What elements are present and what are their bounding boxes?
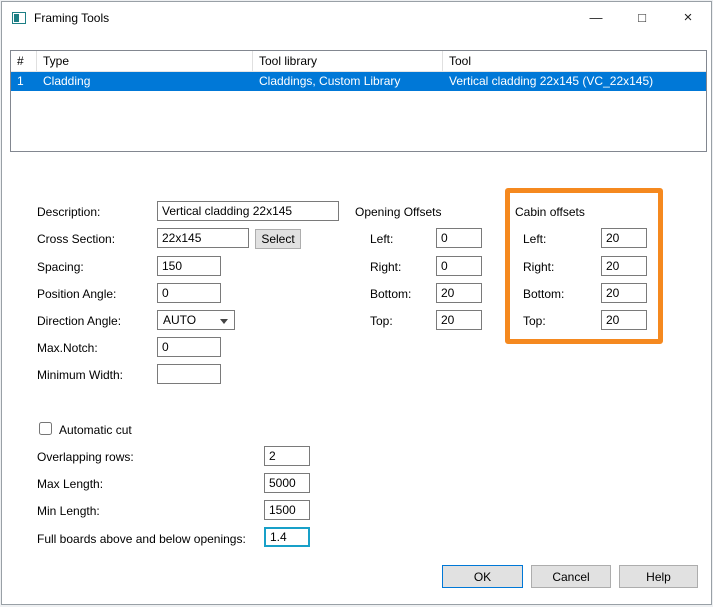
position-angle-label: Position Angle: [37, 287, 116, 301]
max-notch-label: Max.Notch: [37, 341, 98, 355]
column-header-num[interactable]: # [11, 51, 37, 71]
cabin-top-input[interactable] [601, 310, 647, 330]
tool-list: # Type Tool library Tool 1 Cladding Clad… [10, 50, 707, 152]
opening-left-label: Left: [370, 232, 393, 246]
cell-type: Cladding [37, 72, 253, 91]
position-angle-input[interactable] [157, 283, 221, 303]
minimum-width-label: Minimum Width: [37, 368, 123, 382]
max-length-input[interactable] [264, 473, 310, 493]
maximize-button[interactable]: □ [619, 2, 665, 33]
opening-top-label: Top: [370, 314, 393, 328]
overlapping-rows-label: Overlapping rows: [37, 450, 134, 464]
cabin-left-input[interactable] [601, 228, 647, 248]
description-label: Description: [37, 205, 100, 219]
window-controls: — □ × [573, 2, 711, 33]
cabin-bottom-input[interactable] [601, 283, 647, 303]
cell-tool: Vertical cladding 22x145 (VC_22x145) [443, 72, 706, 91]
direction-angle-label: Direction Angle: [37, 314, 121, 328]
opening-top-input[interactable] [436, 310, 482, 330]
full-boards-label: Full boards above and below openings: [37, 532, 246, 546]
cabin-right-input[interactable] [601, 256, 647, 276]
cabin-left-label: Left: [523, 232, 546, 246]
max-length-label: Max Length: [37, 477, 103, 491]
chevron-down-icon [220, 319, 228, 324]
app-icon [12, 12, 26, 24]
column-header-type[interactable]: Type [37, 51, 253, 71]
opening-offsets-title: Opening Offsets [355, 205, 442, 219]
spacing-label: Spacing: [37, 260, 84, 274]
cabin-offsets-title: Cabin offsets [515, 205, 585, 219]
description-input[interactable] [157, 201, 339, 221]
cabin-top-label: Top: [523, 314, 546, 328]
direction-angle-select[interactable]: AUTO [157, 310, 235, 330]
cross-section-input[interactable] [157, 228, 249, 248]
overlapping-rows-input[interactable] [264, 446, 310, 466]
close-button[interactable]: × [665, 2, 711, 33]
min-length-label: Min Length: [37, 504, 100, 518]
min-length-input[interactable] [264, 500, 310, 520]
opening-right-input[interactable] [436, 256, 482, 276]
spacing-input[interactable] [157, 256, 221, 276]
cross-section-label: Cross Section: [37, 232, 115, 246]
opening-bottom-input[interactable] [436, 283, 482, 303]
help-button[interactable]: Help [619, 565, 698, 588]
automatic-cut-checkbox[interactable] [39, 422, 52, 435]
opening-left-input[interactable] [436, 228, 482, 248]
select-button[interactable]: Select [255, 229, 301, 249]
framing-tools-window: Framing Tools — □ × # Type Tool library … [1, 1, 712, 605]
tool-list-header: # Type Tool library Tool [11, 51, 706, 72]
window-title: Framing Tools [34, 11, 109, 25]
opening-bottom-label: Bottom: [370, 287, 411, 301]
minimize-button[interactable]: — [573, 2, 619, 33]
table-row[interactable]: 1 Cladding Claddings, Custom Library Ver… [11, 72, 706, 91]
max-notch-input[interactable] [157, 337, 221, 357]
cabin-right-label: Right: [523, 260, 554, 274]
minimum-width-input[interactable] [157, 364, 221, 384]
automatic-cut-label: Automatic cut [59, 423, 132, 437]
cell-num: 1 [11, 72, 37, 91]
full-boards-input[interactable] [264, 527, 310, 547]
ok-button[interactable]: OK [442, 565, 523, 588]
cabin-bottom-label: Bottom: [523, 287, 564, 301]
column-header-library[interactable]: Tool library [253, 51, 443, 71]
titlebar[interactable]: Framing Tools — □ × [2, 2, 711, 33]
opening-right-label: Right: [370, 260, 401, 274]
cell-library: Claddings, Custom Library [253, 72, 443, 91]
direction-angle-value: AUTO [163, 313, 196, 327]
cancel-button[interactable]: Cancel [531, 565, 611, 588]
column-header-tool[interactable]: Tool [443, 51, 706, 71]
